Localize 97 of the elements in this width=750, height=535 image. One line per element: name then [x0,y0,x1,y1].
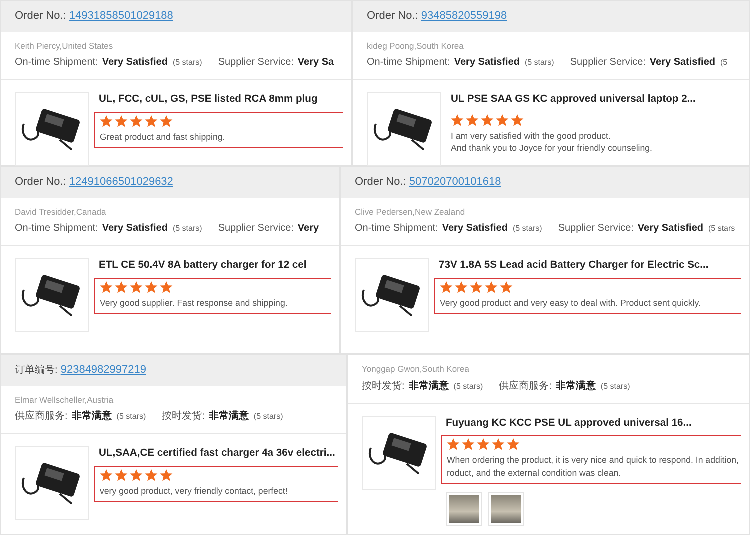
star-icon [466,114,479,127]
rating-note: (5 stars) [524,57,554,70]
rating-label: Supplier Service: [558,222,634,236]
rating-label: Supplier Service: [218,222,294,236]
product-thumbnail[interactable] [355,258,429,332]
rating-value: Very Satisfied [102,56,168,70]
star-icon [100,280,113,294]
rating-note: (5 stars) [172,223,202,236]
rating-note: (5 stars) [512,223,542,236]
reviewer-name: kideg Poong,South Korea [367,40,465,52]
review-text: very good product, very friendly contact, perfect! [100,484,289,497]
rating-label: Supplier Service: [570,56,646,70]
rating-value: 非常满意 [408,380,449,394]
star-icon [447,438,460,452]
rating-label: 按时发货: [362,380,405,394]
product-title-link[interactable]: ETL CE 50.4V 8A battery charger for 12 cel [99,258,331,274]
star-icon [130,468,143,482]
rating-label: 供应商服务: [499,380,552,394]
rating-value: 非常满意 [556,380,596,394]
review-text: And thank you to Joyce for your friendly counseling. [451,142,654,154]
rating-label: On-time Shipment: [355,222,438,236]
rating-value: Very Sa [298,56,334,70]
order-label: Order No.: [355,176,406,188]
star-icon [440,280,453,294]
rating-value: Very [298,222,320,236]
product-title-link[interactable]: 73V 1.8A 5S Lead acid Battery Charger for Electric Sc... [439,258,741,274]
star-icon [160,280,173,294]
product-title-link[interactable]: UL PSE SAA GS KC approved universal laptop 2... [451,92,741,108]
rating-value: 非常满意 [208,410,249,424]
star-icon [462,438,475,452]
rating-label: On-time Shipment: [367,56,450,70]
star-icon [455,280,468,294]
star-icon [145,280,158,294]
rating-label: On-time Shipment: [15,56,98,70]
product-thumbnail[interactable] [15,258,89,332]
order-label: Order No.: [367,10,418,22]
star-icon [485,280,498,294]
star-icon [496,114,509,127]
rating-note: (5 stars) [254,411,284,424]
rating-value: Very Satisfied [442,222,508,236]
reviewer-name: Keith Piercy,United States [15,40,114,52]
product-title-link[interactable]: Fuyuang KC KCC PSE UL approved universal 16... [446,416,741,432]
product-title-link[interactable]: UL,SAA,CE certified fast charger 4a 36v electri... [99,446,338,462]
review-text: I am very satisfied with the good product. [451,130,612,142]
photo-placeholder[interactable] [446,492,482,526]
star-icon [100,114,113,128]
star-icon [130,114,143,128]
star-icon [130,280,143,294]
star-icon [145,468,158,482]
review-text: Great product and fast shipping. [100,130,226,143]
rating-label: Supplier Service: [218,56,294,70]
star-icon [511,114,524,127]
rating-value: 非常满意 [72,410,112,424]
star-icon [115,280,128,294]
star-icon [451,114,464,127]
rating-note: (5 stars) [116,411,146,424]
rating-value: Very Satisfied [454,56,520,70]
product-thumbnail[interactable] [15,92,89,166]
star-icon [160,114,173,128]
order-label: Order No.: [15,10,66,22]
star-icon [500,280,513,294]
product-thumbnail[interactable] [362,416,436,490]
rating-note: (5 stars) [454,380,484,393]
star-icon [160,468,173,482]
review-text: When ordering the product, it is very nice and quick to respond. In addition, [447,454,736,466]
rating-label: On-time Shipment: [15,222,98,236]
reviewer-name: Clive Pedersen,New Zealand [355,206,466,218]
rating-value: Very Satisfied [102,222,168,236]
star-icon [145,114,158,128]
star-icon [492,438,505,452]
reviewer-name: David Tresidder,Canada [15,206,108,218]
rating-label: 按时发货: [162,410,205,424]
review-text: Very good supplier. Fast response and shipping. [100,296,289,309]
rating-value: Very Satisfied [650,56,716,70]
star-icon [100,468,113,482]
product-title-link[interactable]: UL, FCC, cUL, GS, PSE listed RCA 8mm plug [99,92,343,108]
reviewer-name: Elmar Wellscheller,Austria [15,394,115,406]
review-text: Very good product and very easy to deal with. Product sent quickly. [440,296,702,309]
rating-note: (5 stars) [600,380,630,393]
photo-placeholder[interactable] [488,492,524,526]
rating-note: (5 stars) [172,57,202,70]
star-icon [115,468,128,482]
reviewer-name: Yonggap Gwon,South Korea [362,363,470,376]
star-icon [115,114,128,128]
rating-note: (5 stars [708,223,736,236]
product-thumbnail[interactable] [15,446,89,520]
star-icon [481,114,494,127]
rating-value: Very Satisfied [638,222,704,236]
star-icon [470,280,483,294]
star-icon [507,438,520,452]
review-text: roduct, and the external condition was clean. [447,466,622,479]
rating-label: 供应商服务: [15,410,68,424]
order-label: Order No.: [15,176,66,188]
product-thumbnail[interactable] [367,92,441,166]
order-label: 订单编号: [15,365,58,376]
rating-note: (5 [720,57,728,70]
star-icon [477,438,490,452]
